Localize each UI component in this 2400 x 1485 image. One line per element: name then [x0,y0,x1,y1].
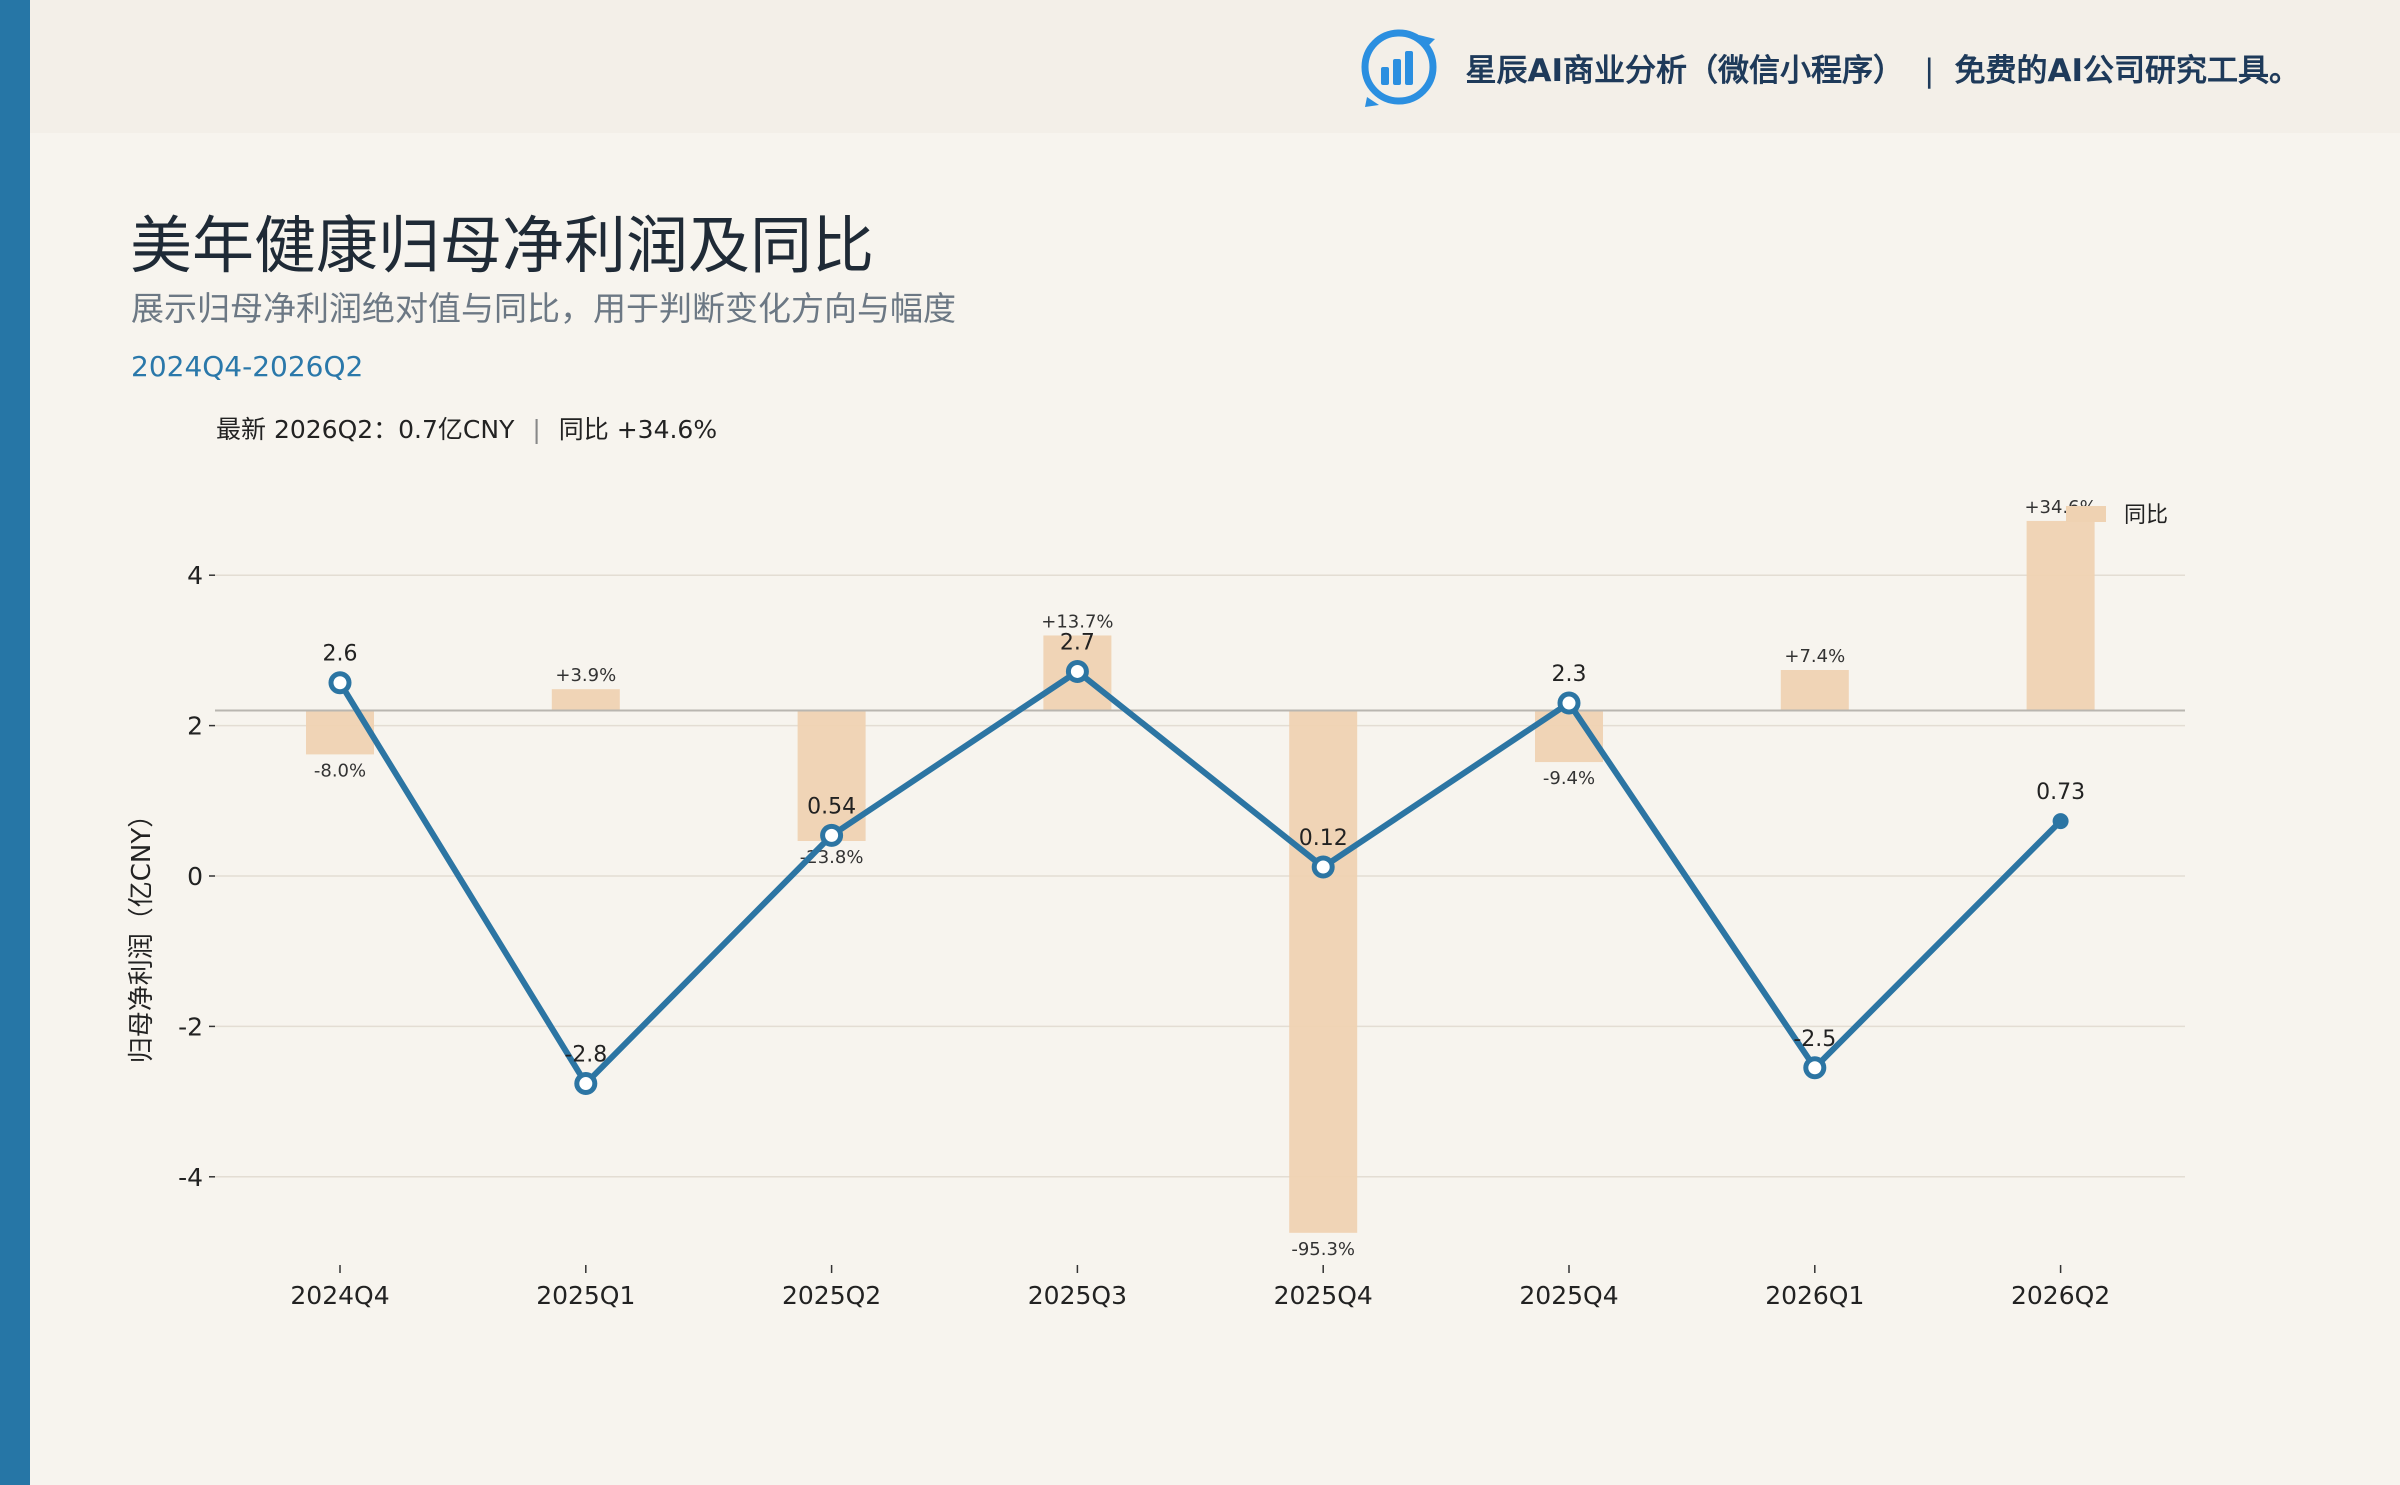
yoy-bar-label: -9.4% [1543,768,1595,789]
profit-point-label: 0.73 [2036,780,2085,805]
profit-point [2052,813,2069,830]
y-tick-label: -2 [178,1012,203,1041]
profit-point-label: 0.54 [807,794,856,819]
profit-point [1065,659,1089,683]
profit-point [1557,691,1581,715]
profit-point-label: 2.3 [1552,662,1587,687]
y-tick-label: 0 [187,862,203,891]
yoy-bar [1289,710,1358,1233]
yoy-bar [2026,520,2095,711]
y-tick-label: 4 [187,561,203,590]
profit-point-label: 0.12 [1299,826,1348,851]
y-axis-label: 归母净利润（亿CNY） [127,802,157,1064]
yoy-bar-label: +3.9% [555,665,616,686]
legend-label: 同比 [2124,503,2168,528]
y-tick-label: 2 [187,712,203,741]
x-tick-label: 2025Q2 [782,1281,881,1310]
profit-point [1311,855,1335,879]
x-tick-label: 2024Q4 [290,1281,389,1310]
profit-point [1803,1056,1827,1080]
yoy-bar-label: +13.7% [1041,611,1113,632]
x-tick-label: 2025Q1 [536,1281,635,1310]
profit-line [337,668,2063,1087]
profit-point-label: 2.6 [323,642,358,667]
legend-swatch [2066,506,2106,522]
y-tick-label: -4 [178,1163,203,1192]
x-tick-label: 2026Q1 [1765,1281,1864,1310]
x-tick-label: 2025Q4 [1519,1281,1618,1310]
yoy-bar [551,689,620,711]
yoy-bar-label: +7.4% [1784,646,1845,667]
profit-point-label: -2.5 [1793,1027,1836,1052]
x-tick-label: 2026Q2 [2011,1281,2110,1310]
yoy-bar [1780,670,1849,711]
profit-point [820,823,844,847]
net-profit-chart: -4-2024归母净利润（亿CNY）-8.0%+3.9%-23.8%+13.7%… [127,497,2185,1310]
profit-point-label: 2.7 [1060,630,1095,655]
yoy-bar-label: -95.3% [1291,1239,1355,1260]
x-tick-label: 2025Q3 [1028,1281,1127,1310]
profit-point [328,671,352,695]
profit-point [574,1072,598,1096]
yoy-bar-label: -8.0% [314,760,366,781]
profit-point-label: -2.8 [564,1043,607,1068]
x-tick-label: 2025Q4 [1274,1281,1373,1310]
